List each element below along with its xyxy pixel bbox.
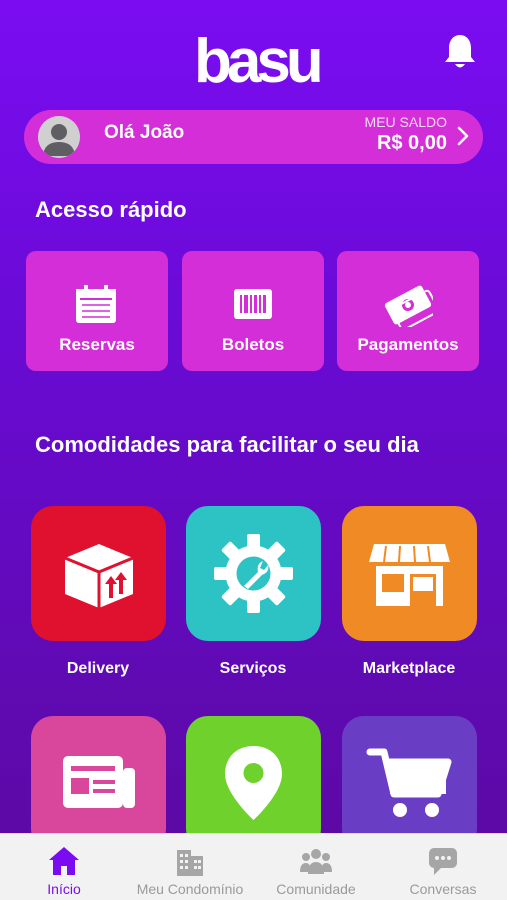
bell-icon[interactable] bbox=[442, 33, 478, 71]
quick-pagamentos-button[interactable]: Pagamentos bbox=[337, 251, 479, 371]
delivery-label: Delivery bbox=[66, 660, 130, 677]
tab-meu-condominio-label: Meu Condomínio bbox=[136, 881, 244, 897]
servicos-label: Serviços bbox=[219, 660, 287, 677]
delivery-tile[interactable] bbox=[31, 506, 166, 641]
marketplace-tile[interactable] bbox=[342, 506, 477, 641]
map-pin-icon bbox=[225, 746, 282, 820]
quick-access-title: Acesso rápido bbox=[35, 197, 187, 222]
chevron-right-icon bbox=[457, 126, 469, 146]
package-icon bbox=[64, 544, 134, 608]
app-logo: basu bbox=[194, 27, 324, 96]
storefront-icon bbox=[369, 544, 450, 606]
money-icon bbox=[384, 285, 433, 327]
calendar-icon bbox=[76, 285, 116, 323]
cart-icon bbox=[366, 748, 452, 817]
home-icon bbox=[49, 847, 79, 875]
greeting-text: Olá João bbox=[104, 122, 185, 143]
tab-inicio[interactable]: Início bbox=[1, 834, 127, 900]
quick-reservas-button[interactable]: Reservas bbox=[26, 251, 168, 371]
avatar bbox=[38, 116, 80, 158]
tab-meu-condominio[interactable]: Meu Condomínio bbox=[127, 834, 253, 900]
people-icon bbox=[300, 849, 332, 874]
quick-boletos-label: Boletos bbox=[221, 335, 285, 354]
balance-label: MEU SALDO bbox=[364, 114, 447, 130]
shopping-tile[interactable] bbox=[342, 716, 477, 851]
quick-reservas-label: Reservas bbox=[59, 335, 135, 354]
tab-comunidade[interactable]: Comunidade bbox=[253, 834, 379, 900]
amenities-title: Comodidades para facilitar o seu dia bbox=[35, 432, 419, 457]
balance-bar[interactable]: Olá João MEU SALDO R$ 0,00 bbox=[24, 110, 483, 164]
news-tile[interactable] bbox=[31, 716, 166, 851]
barcode-icon bbox=[234, 289, 272, 319]
gear-wrench-icon bbox=[214, 534, 293, 613]
app-header: basu bbox=[0, 0, 507, 108]
tab-conversas-label: Conversas bbox=[409, 881, 477, 897]
balance-value: R$ 0,00 bbox=[376, 132, 447, 154]
building-icon bbox=[177, 850, 203, 876]
tab-comunidade-label: Comunidade bbox=[276, 881, 356, 897]
quick-boletos-button[interactable]: Boletos bbox=[182, 251, 324, 371]
tab-conversas[interactable]: Conversas bbox=[380, 834, 506, 900]
marketplace-label: Marketplace bbox=[362, 660, 456, 677]
quick-pagamentos-label: Pagamentos bbox=[357, 335, 459, 354]
tab-inicio-label: Início bbox=[47, 881, 81, 897]
chat-icon bbox=[429, 848, 457, 875]
servicos-tile[interactable] bbox=[186, 506, 321, 641]
bottom-tab-bar: Início Meu Condomínio Comunidade Convers… bbox=[0, 833, 507, 900]
location-tile[interactable] bbox=[186, 716, 321, 851]
newspaper-icon bbox=[63, 756, 135, 808]
